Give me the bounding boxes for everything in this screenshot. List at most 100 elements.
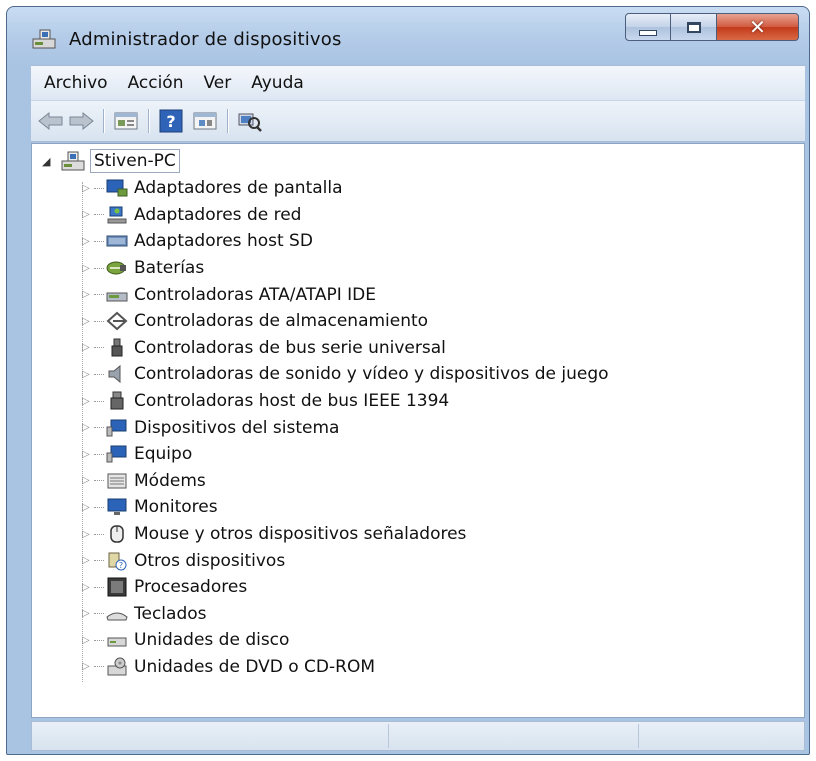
- scan-hardware-button[interactable]: [236, 107, 264, 135]
- tree-connector: [94, 613, 104, 615]
- display-adapter-icon: [106, 178, 128, 198]
- device-tree-pane[interactable]: ◢ Stiven-PC ▷ Adaptadores de pantalla ▷ Ada…: [31, 143, 805, 718]
- expand-arrow-icon[interactable]: ▷: [82, 236, 94, 247]
- monitor-icon: [106, 497, 128, 517]
- caption-buttons: ✕: [625, 13, 799, 43]
- expand-arrow-icon[interactable]: ▷: [82, 369, 94, 380]
- tree-item[interactable]: ▷ Controladoras de bus serie universal: [82, 335, 802, 362]
- tree-item[interactable]: ▷ Adaptadores de pantalla: [82, 175, 802, 202]
- expand-arrow-icon[interactable]: ▷: [82, 183, 94, 194]
- tree-item[interactable]: ▷ Unidades de disco: [82, 627, 802, 654]
- expand-arrow-icon[interactable]: ▷: [82, 529, 94, 540]
- menu-accion[interactable]: Acción: [119, 73, 193, 93]
- tree-item[interactable]: ▷ Baterías: [82, 255, 802, 282]
- expand-arrow-icon[interactable]: ▷: [82, 608, 94, 619]
- back-button[interactable]: [37, 107, 65, 135]
- tree-connector: [94, 373, 104, 375]
- tree-item[interactable]: ▷ Controladoras de sonido y vídeo y dispo…: [82, 361, 802, 388]
- modem-icon: [106, 471, 128, 491]
- tree-connector: [94, 506, 104, 508]
- toolbar-separator: [148, 109, 149, 133]
- menu-archivo[interactable]: Archivo: [35, 73, 117, 93]
- tree-item[interactable]: ▷ Adaptadores de red: [82, 202, 802, 229]
- usb-icon: [106, 338, 128, 358]
- status-cell: [32, 724, 389, 748]
- disk-drive-icon: [106, 630, 128, 650]
- update-driver-button[interactable]: [191, 107, 219, 135]
- menu-bar: Archivo Acción Ver Ayuda: [31, 65, 805, 100]
- tree-connector: [94, 347, 104, 349]
- tree-item[interactable]: ▷ Controladoras ATA/ATAPI IDE: [82, 281, 802, 308]
- close-button[interactable]: ✕: [717, 13, 799, 41]
- tree-connector: [94, 187, 104, 189]
- storage-controller-icon: [106, 311, 128, 331]
- tree-connector: [94, 267, 104, 269]
- expand-arrow-icon[interactable]: ▷: [82, 475, 94, 486]
- expand-arrow-icon[interactable]: ▷: [82, 502, 94, 513]
- title-bar[interactable]: Administrador de dispositivos ✕: [7, 7, 809, 63]
- tree-item-label: Teclados: [134, 603, 207, 624]
- menu-ver[interactable]: Ver: [195, 73, 241, 93]
- help-button[interactable]: ?: [157, 107, 185, 135]
- expand-arrow-icon[interactable]: ▷: [82, 635, 94, 646]
- expand-arrow-icon[interactable]: ▷: [82, 582, 94, 593]
- expand-arrow-icon[interactable]: ▷: [82, 209, 94, 220]
- tree-item-label: Equipo: [134, 444, 193, 465]
- tree-item[interactable]: ▷ Módems: [82, 468, 802, 495]
- tree-item-label: Adaptadores de red: [134, 204, 302, 225]
- expand-arrow-icon[interactable]: ▷: [82, 422, 94, 433]
- menu-ayuda[interactable]: Ayuda: [242, 73, 313, 93]
- tree-connector: [94, 533, 104, 535]
- dvd-drive-icon: [106, 657, 128, 677]
- properties-icon: [114, 112, 138, 130]
- sd-host-icon: [106, 231, 128, 251]
- tree-item[interactable]: ▷ Dispositivos del sistema: [82, 414, 802, 441]
- expand-arrow-icon[interactable]: ▷: [82, 449, 94, 460]
- expand-arrow-icon[interactable]: ▷: [82, 316, 94, 327]
- tree-item[interactable]: ▷ Teclados: [82, 601, 802, 628]
- device-manager-window: Administrador de dispositivos ✕ Archivo …: [6, 6, 810, 755]
- maximize-button[interactable]: [671, 13, 717, 41]
- tree-item[interactable]: ▷ Equipo: [82, 441, 802, 468]
- tree-item-label: Controladoras de sonido y vídeo y dispos…: [134, 364, 609, 385]
- expand-arrow-icon[interactable]: ▷: [82, 342, 94, 353]
- expand-arrow-icon[interactable]: ▷: [82, 555, 94, 566]
- status-bar: [31, 721, 805, 751]
- collapse-arrow-icon[interactable]: ◢: [42, 155, 56, 168]
- tree-item[interactable]: ▷? Otros dispositivos: [82, 547, 802, 574]
- keyboard-icon: [106, 604, 128, 624]
- processor-icon: [106, 577, 128, 597]
- toolbar-separator: [227, 109, 228, 133]
- tree-item[interactable]: ▷ Monitores: [82, 494, 802, 521]
- forward-button[interactable]: [67, 107, 95, 135]
- tree-connector: [94, 453, 104, 455]
- computer-name: Stiven-PC: [90, 149, 180, 173]
- mouse-icon: [106, 524, 128, 544]
- window-title: Administrador de dispositivos: [69, 29, 342, 50]
- tree-item[interactable]: ▷ Controladoras de almacenamiento: [82, 308, 802, 335]
- tree-item-label: Adaptadores host SD: [134, 231, 313, 252]
- status-cell: [388, 724, 639, 748]
- computer-root-icon: [60, 150, 86, 172]
- tree-connector: [94, 400, 104, 402]
- tree-item[interactable]: ▷ Adaptadores host SD: [82, 228, 802, 255]
- tree-connector: [94, 586, 104, 588]
- tree-item-label: Controladoras de almacenamiento: [134, 311, 429, 332]
- update-driver-icon: [193, 112, 217, 130]
- expand-arrow-icon[interactable]: ▷: [82, 396, 94, 407]
- expand-arrow-icon[interactable]: ▷: [82, 661, 94, 672]
- tree-item[interactable]: ▷ Unidades de DVD o CD-ROM: [82, 654, 802, 681]
- scan-hardware-icon: [238, 113, 262, 132]
- expand-arrow-icon[interactable]: ▷: [82, 289, 94, 300]
- tree-item[interactable]: ▷ Mouse y otros dispositivos señaladores: [82, 521, 802, 548]
- tree-connector: [94, 294, 104, 296]
- tree-connector: [94, 320, 104, 322]
- tree-item[interactable]: ▷ Controladoras host de bus IEEE 1394: [82, 388, 802, 415]
- tree-connector: [94, 560, 104, 562]
- tree-item[interactable]: ▷ Procesadores: [82, 574, 802, 601]
- expand-arrow-icon[interactable]: ▷: [82, 263, 94, 274]
- tree-root[interactable]: ◢ Stiven-PC: [42, 148, 180, 174]
- minimize-button[interactable]: [625, 13, 671, 41]
- computer-icon: [106, 444, 128, 464]
- properties-button[interactable]: [112, 107, 140, 135]
